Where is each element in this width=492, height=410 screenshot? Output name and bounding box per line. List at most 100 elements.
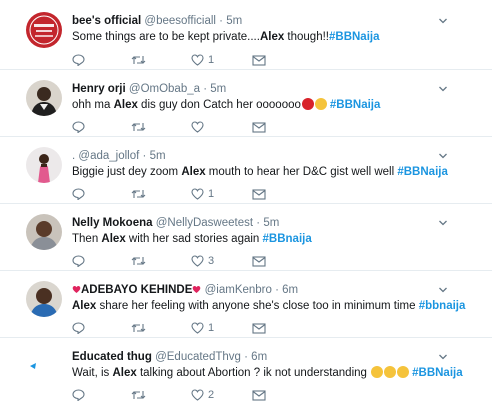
text-segment: Wait, is bbox=[72, 367, 113, 379]
like-button[interactable]: 3 bbox=[191, 254, 214, 268]
avatar[interactable] bbox=[26, 12, 62, 48]
sad-face-emoji bbox=[384, 366, 397, 378]
retweet-button[interactable] bbox=[131, 187, 146, 201]
chevron-down-icon[interactable] bbox=[438, 84, 448, 94]
tweet-header: . @ada_jollof · 5m bbox=[72, 149, 166, 163]
timestamp[interactable]: 5m bbox=[150, 150, 166, 162]
envelope-icon bbox=[252, 121, 266, 133]
tweet-item[interactable]: Educated thug @EducatedThvg · 6m Wait, i… bbox=[0, 338, 492, 410]
dm-button[interactable] bbox=[252, 254, 266, 268]
user-handle[interactable]: @EducatedThvg bbox=[155, 351, 241, 363]
dm-button[interactable] bbox=[252, 120, 266, 134]
hashtag-link[interactable]: #BBNaija bbox=[330, 99, 381, 111]
hashtag-link[interactable]: #BBnaija bbox=[263, 233, 312, 245]
red-heart-icon bbox=[72, 286, 81, 293]
like-button[interactable]: 2 bbox=[191, 388, 214, 402]
avatar[interactable] bbox=[26, 80, 62, 116]
reply-button[interactable] bbox=[72, 321, 85, 335]
retweet-button[interactable] bbox=[131, 254, 146, 268]
like-count: 1 bbox=[208, 54, 215, 66]
display-name[interactable]: Henry orji bbox=[72, 83, 126, 95]
tweet-actions: 1 bbox=[72, 321, 272, 335]
avatar[interactable] bbox=[26, 147, 62, 183]
retweet-button[interactable] bbox=[131, 53, 146, 67]
chevron-down-icon[interactable] bbox=[438, 285, 448, 295]
reply-button[interactable] bbox=[72, 254, 85, 268]
avatar[interactable] bbox=[26, 281, 62, 317]
heart-icon bbox=[191, 322, 204, 334]
heart-icon bbox=[191, 121, 204, 133]
like-button[interactable] bbox=[191, 120, 208, 134]
tweet-actions: 1 bbox=[72, 53, 272, 67]
tweet-item[interactable]: Nelly Mokoena @NellyDasweetest · 5m Then… bbox=[0, 204, 492, 271]
like-button[interactable]: 1 bbox=[191, 53, 214, 67]
hashtag-link[interactable]: #BBNaija bbox=[412, 367, 463, 379]
chevron-down-icon[interactable] bbox=[438, 16, 448, 26]
user-handle[interactable]: @beesofficiall bbox=[144, 15, 216, 27]
timestamp[interactable]: 6m bbox=[251, 351, 267, 363]
tweet-item[interactable]: bee's official @beesofficiall · 5m Some … bbox=[0, 0, 492, 70]
tweet-item[interactable]: . @ada_jollof · 5m Biggie just dey zoom … bbox=[0, 137, 492, 204]
text-segment: though!! bbox=[284, 31, 329, 43]
timestamp[interactable]: 5m bbox=[210, 83, 226, 95]
tweet-text: ohh ma Alex dis guy don Catch her oooooo… bbox=[72, 98, 380, 112]
envelope-icon bbox=[252, 389, 266, 401]
like-count: 2 bbox=[208, 389, 215, 401]
display-name[interactable]: Educated thug bbox=[72, 351, 152, 363]
display-name[interactable]: bee's official bbox=[72, 15, 141, 27]
retweet-button[interactable] bbox=[131, 321, 146, 335]
retweet-icon bbox=[131, 190, 146, 198]
retweet-button[interactable] bbox=[131, 388, 146, 402]
tweet-actions: 2 bbox=[72, 388, 272, 402]
display-name[interactable]: ADEBAYO KEHINDE bbox=[81, 284, 192, 296]
separator-dot: · bbox=[275, 284, 279, 296]
tweet-item[interactable]: ADEBAYO KEHINDE @iamKenbro · 6m Alex sha… bbox=[0, 271, 492, 338]
user-handle[interactable]: @ada_jollof bbox=[78, 150, 139, 162]
retweet-icon bbox=[131, 324, 146, 332]
reply-icon bbox=[72, 121, 85, 133]
retweet-icon bbox=[131, 123, 146, 131]
retweet-button[interactable] bbox=[131, 120, 146, 134]
timestamp[interactable]: 6m bbox=[282, 284, 298, 296]
reply-button[interactable] bbox=[72, 187, 85, 201]
dm-button[interactable] bbox=[252, 53, 266, 67]
timestamp[interactable]: 5m bbox=[226, 15, 242, 27]
dm-button[interactable] bbox=[252, 388, 266, 402]
tweet-actions bbox=[72, 120, 272, 134]
user-handle[interactable]: @OmObab_a bbox=[129, 83, 200, 95]
text-segment: share her feeling with anyone she's clos… bbox=[96, 300, 419, 312]
like-button[interactable]: 1 bbox=[191, 321, 214, 335]
hashtag-link[interactable]: #bbnaija bbox=[419, 300, 466, 312]
text-segment-bold: Alex bbox=[72, 300, 97, 312]
timestamp[interactable]: 5m bbox=[263, 217, 279, 229]
text-segment: Some things are to be kept private.... bbox=[72, 31, 260, 43]
user-handle[interactable]: @iamKenbro bbox=[205, 284, 272, 296]
sad-face-emoji bbox=[397, 366, 410, 378]
chevron-down-icon[interactable] bbox=[438, 151, 448, 161]
chevron-down-icon[interactable] bbox=[438, 218, 448, 228]
retweet-icon bbox=[131, 257, 146, 265]
separator-dot: · bbox=[203, 83, 208, 95]
tweet-actions: 3 bbox=[72, 254, 272, 268]
tweet-item[interactable]: Henry orji @OmObab_a · 5m ohh ma Alex di… bbox=[0, 70, 492, 137]
dm-button[interactable] bbox=[252, 187, 266, 201]
tweet-feed: bee's official @beesofficiall · 5m Some … bbox=[0, 0, 492, 410]
text-segment: mouth to hear her D&C gist well well bbox=[205, 166, 398, 178]
reply-button[interactable] bbox=[72, 120, 85, 134]
text-segment-bold: Alex bbox=[112, 367, 137, 379]
retweet-icon bbox=[131, 391, 146, 399]
avatar[interactable] bbox=[26, 214, 62, 250]
text-segment-bold: Alex bbox=[259, 31, 285, 43]
like-button[interactable]: 1 bbox=[191, 187, 214, 201]
reply-button[interactable] bbox=[72, 388, 85, 402]
reply-button[interactable] bbox=[72, 53, 85, 67]
hashtag-link[interactable]: #BBNaija bbox=[329, 31, 380, 43]
display-name[interactable]: Nelly Mokoena bbox=[72, 217, 153, 229]
hashtag-link[interactable]: #BBNaija bbox=[397, 166, 448, 178]
user-handle[interactable]: @NellyDasweetest bbox=[156, 217, 253, 229]
dm-button[interactable] bbox=[252, 321, 266, 335]
chevron-down-icon[interactable] bbox=[438, 352, 448, 362]
text-segment-bold: Alex bbox=[181, 166, 206, 178]
avatar[interactable] bbox=[26, 348, 62, 384]
heart-icon bbox=[191, 255, 204, 267]
